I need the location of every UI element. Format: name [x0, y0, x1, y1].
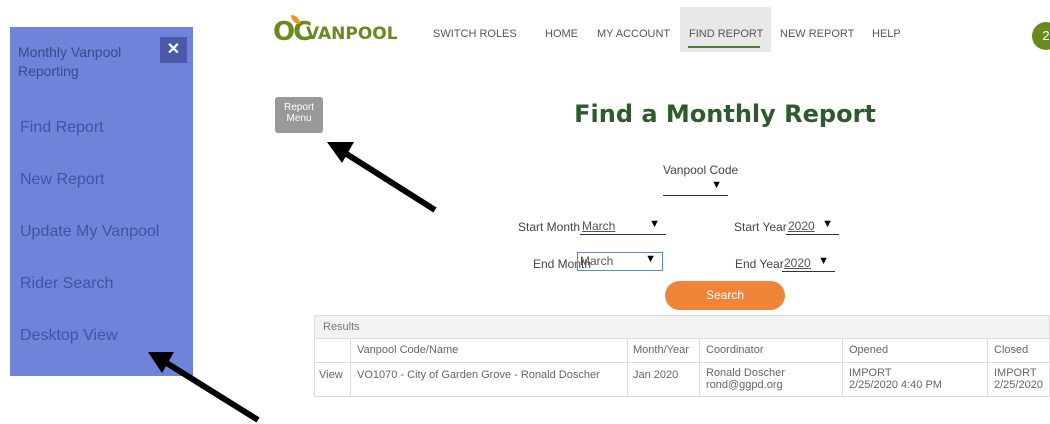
nav-switch-roles[interactable]: SWITCH ROLES: [433, 28, 517, 40]
end-month-select[interactable]: March ▼: [577, 252, 663, 271]
nav-active-underline: [688, 46, 760, 48]
closed-status-cell: IMPORT: [994, 367, 1037, 379]
column-divider: [987, 339, 988, 396]
row-divider: [315, 362, 1049, 363]
logo-text: VANPOOL: [306, 24, 398, 44]
report-sidebar: Monthly Vanpool Reporting ✕ Find Report …: [10, 27, 193, 376]
report-menu-button[interactable]: Report Menu: [275, 97, 323, 133]
sidebar-item-rider-search[interactable]: Rider Search: [20, 275, 113, 293]
close-icon[interactable]: ✕: [160, 37, 187, 63]
chevron-down-icon: ▼: [645, 253, 656, 265]
view-link[interactable]: View: [319, 370, 343, 381]
start-month-label: Start Month: [518, 220, 581, 234]
column-header-coordinator[interactable]: Coordinator: [706, 344, 763, 356]
column-header-month-year[interactable]: Month/Year: [633, 344, 689, 356]
start-year-label: Start Year: [734, 220, 787, 234]
coordinator-email-cell: rond@ggpd.org: [706, 379, 783, 391]
sidebar-item-desktop-view[interactable]: Desktop View: [20, 327, 118, 345]
end-year-value: 2020: [784, 256, 811, 270]
closed-date-cell: 2/25/2020: [994, 379, 1043, 391]
opened-status-cell: IMPORT: [849, 367, 892, 379]
sidebar-item-find-report[interactable]: Find Report: [20, 119, 104, 137]
nav-find-report[interactable]: FIND REPORT: [689, 28, 763, 40]
end-year-label: End Year: [735, 257, 784, 271]
nav-home[interactable]: HOME: [545, 28, 578, 40]
chevron-down-icon: ▼: [649, 218, 660, 230]
start-year-value: 2020: [788, 219, 815, 233]
end-year-select[interactable]: 2020 ▼: [782, 255, 835, 272]
start-year-select[interactable]: 2020 ▼: [786, 218, 839, 235]
chevron-down-icon: ▼: [711, 179, 722, 191]
start-month-value: March: [582, 219, 616, 233]
column-divider: [350, 339, 351, 396]
column-divider: [627, 339, 628, 396]
month-year-cell: Jan 2020: [633, 369, 679, 381]
column-divider: [699, 339, 700, 396]
results-table: Results Vanpool Code/Name Month/Year Coo…: [314, 315, 1050, 397]
vanpool-cell: VO1070 - City of Garden Grove - Ronald D…: [357, 369, 600, 381]
page-title: Find a Monthly Report: [574, 100, 876, 128]
column-header-opened[interactable]: Opened: [849, 344, 888, 356]
sidebar-item-new-report[interactable]: New Report: [20, 171, 104, 189]
nav-my-account[interactable]: MY ACCOUNT: [597, 28, 670, 40]
chevron-down-icon: ▼: [818, 255, 829, 267]
chevron-down-icon: ▼: [822, 218, 833, 230]
vanpool-code-select[interactable]: ▼: [663, 179, 728, 196]
user-avatar[interactable]: 2: [1032, 22, 1050, 50]
opened-date-cell: 2/25/2020 4:40 PM: [849, 379, 942, 391]
results-header: Results: [315, 316, 1049, 339]
nav-help[interactable]: HELP: [872, 28, 901, 40]
search-button[interactable]: Search: [665, 281, 785, 310]
start-month-select[interactable]: March ▼: [580, 218, 666, 235]
vanpool-code-label: Vanpool Code: [663, 163, 739, 177]
coordinator-name-cell: Ronald Doscher: [706, 367, 785, 379]
logo-oc: OC: [273, 17, 312, 47]
column-divider: [842, 339, 843, 396]
annotation-arrow-report-menu: [327, 142, 437, 213]
nav-new-report[interactable]: NEW REPORT: [780, 28, 854, 40]
column-header-closed[interactable]: Closed: [994, 344, 1028, 356]
column-header-vanpool[interactable]: Vanpool Code/Name: [357, 344, 458, 356]
sidebar-item-update-my-vanpool[interactable]: Update My Vanpool: [20, 223, 159, 241]
sidebar-title: Monthly Vanpool Reporting: [18, 44, 122, 79]
end-month-value: March: [580, 254, 614, 268]
